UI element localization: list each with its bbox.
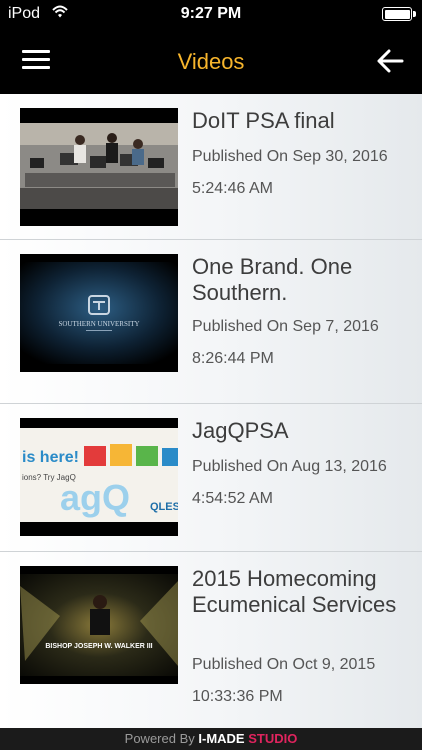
video-row[interactable]: DoIT PSA final Published On Sep 30, 2016…: [0, 94, 422, 240]
video-row[interactable]: BISHOP JOSEPH W. WALKER III 2015 Homecom…: [0, 552, 422, 728]
video-thumbnail[interactable]: is here! ions? Try JagQ agQ QLES: [20, 418, 178, 536]
video-list: DoIT PSA final Published On Sep 30, 2016…: [0, 94, 422, 728]
powered-by-footer[interactable]: Powered By I-MADE STUDIO: [0, 728, 422, 750]
video-title: One Brand. One Southern.: [192, 254, 353, 305]
svg-text:is here!: is here!: [22, 449, 79, 466]
video-published-time: 10:33:36 PM: [192, 688, 283, 705]
video-published-time: 5:24:46 AM: [192, 180, 273, 197]
video-published-date: Published On Aug 13, 2016: [192, 458, 387, 475]
video-thumbnail[interactable]: BISHOP JOSEPH W. WALKER III: [20, 566, 178, 684]
video-published-date: Published On Sep 7, 2016: [192, 318, 379, 335]
clock: 9:27 PM: [180, 5, 242, 22]
video-title: JagQPSA: [192, 418, 289, 443]
video-published-time: 8:26:44 PM: [192, 350, 274, 367]
video-thumbnail[interactable]: SOUTHERN UNIVERSITY: [20, 254, 178, 372]
thumbnail-text: SOUTHERN UNIVERSITY: [58, 320, 139, 328]
status-bar: iPod 9:27 PM: [0, 0, 422, 28]
battery-icon: [382, 7, 416, 21]
video-published-time: 4:54:52 AM: [192, 490, 273, 507]
footer-prefix: Powered By: [124, 731, 195, 746]
video-row[interactable]: is here! ions? Try JagQ agQ QLES JagQPSA…: [0, 404, 422, 552]
thumbnail-text: QLES: [150, 501, 178, 513]
footer-brand-logo: I-MADE: [198, 731, 245, 746]
back-arrow-icon[interactable]: [376, 48, 404, 74]
footer-brand-studio: STUDIO: [248, 731, 298, 746]
nav-bar: Videos: [0, 28, 422, 94]
video-published-date: Published On Sep 30, 2016: [192, 148, 388, 165]
page-title: Videos: [177, 49, 245, 74]
thumbnail-text: BISHOP JOSEPH W. WALKER III: [45, 643, 152, 650]
svg-text:agQ: agQ: [60, 477, 130, 518]
video-published-date: Published On Oct 9, 2015: [192, 656, 376, 673]
video-row[interactable]: SOUTHERN UNIVERSITY One Brand. One South…: [0, 240, 422, 404]
video-title: DoIT PSA final: [192, 108, 335, 133]
video-thumbnail[interactable]: [20, 108, 178, 226]
video-title: 2015 Homecoming Ecumenical Services: [192, 566, 397, 617]
